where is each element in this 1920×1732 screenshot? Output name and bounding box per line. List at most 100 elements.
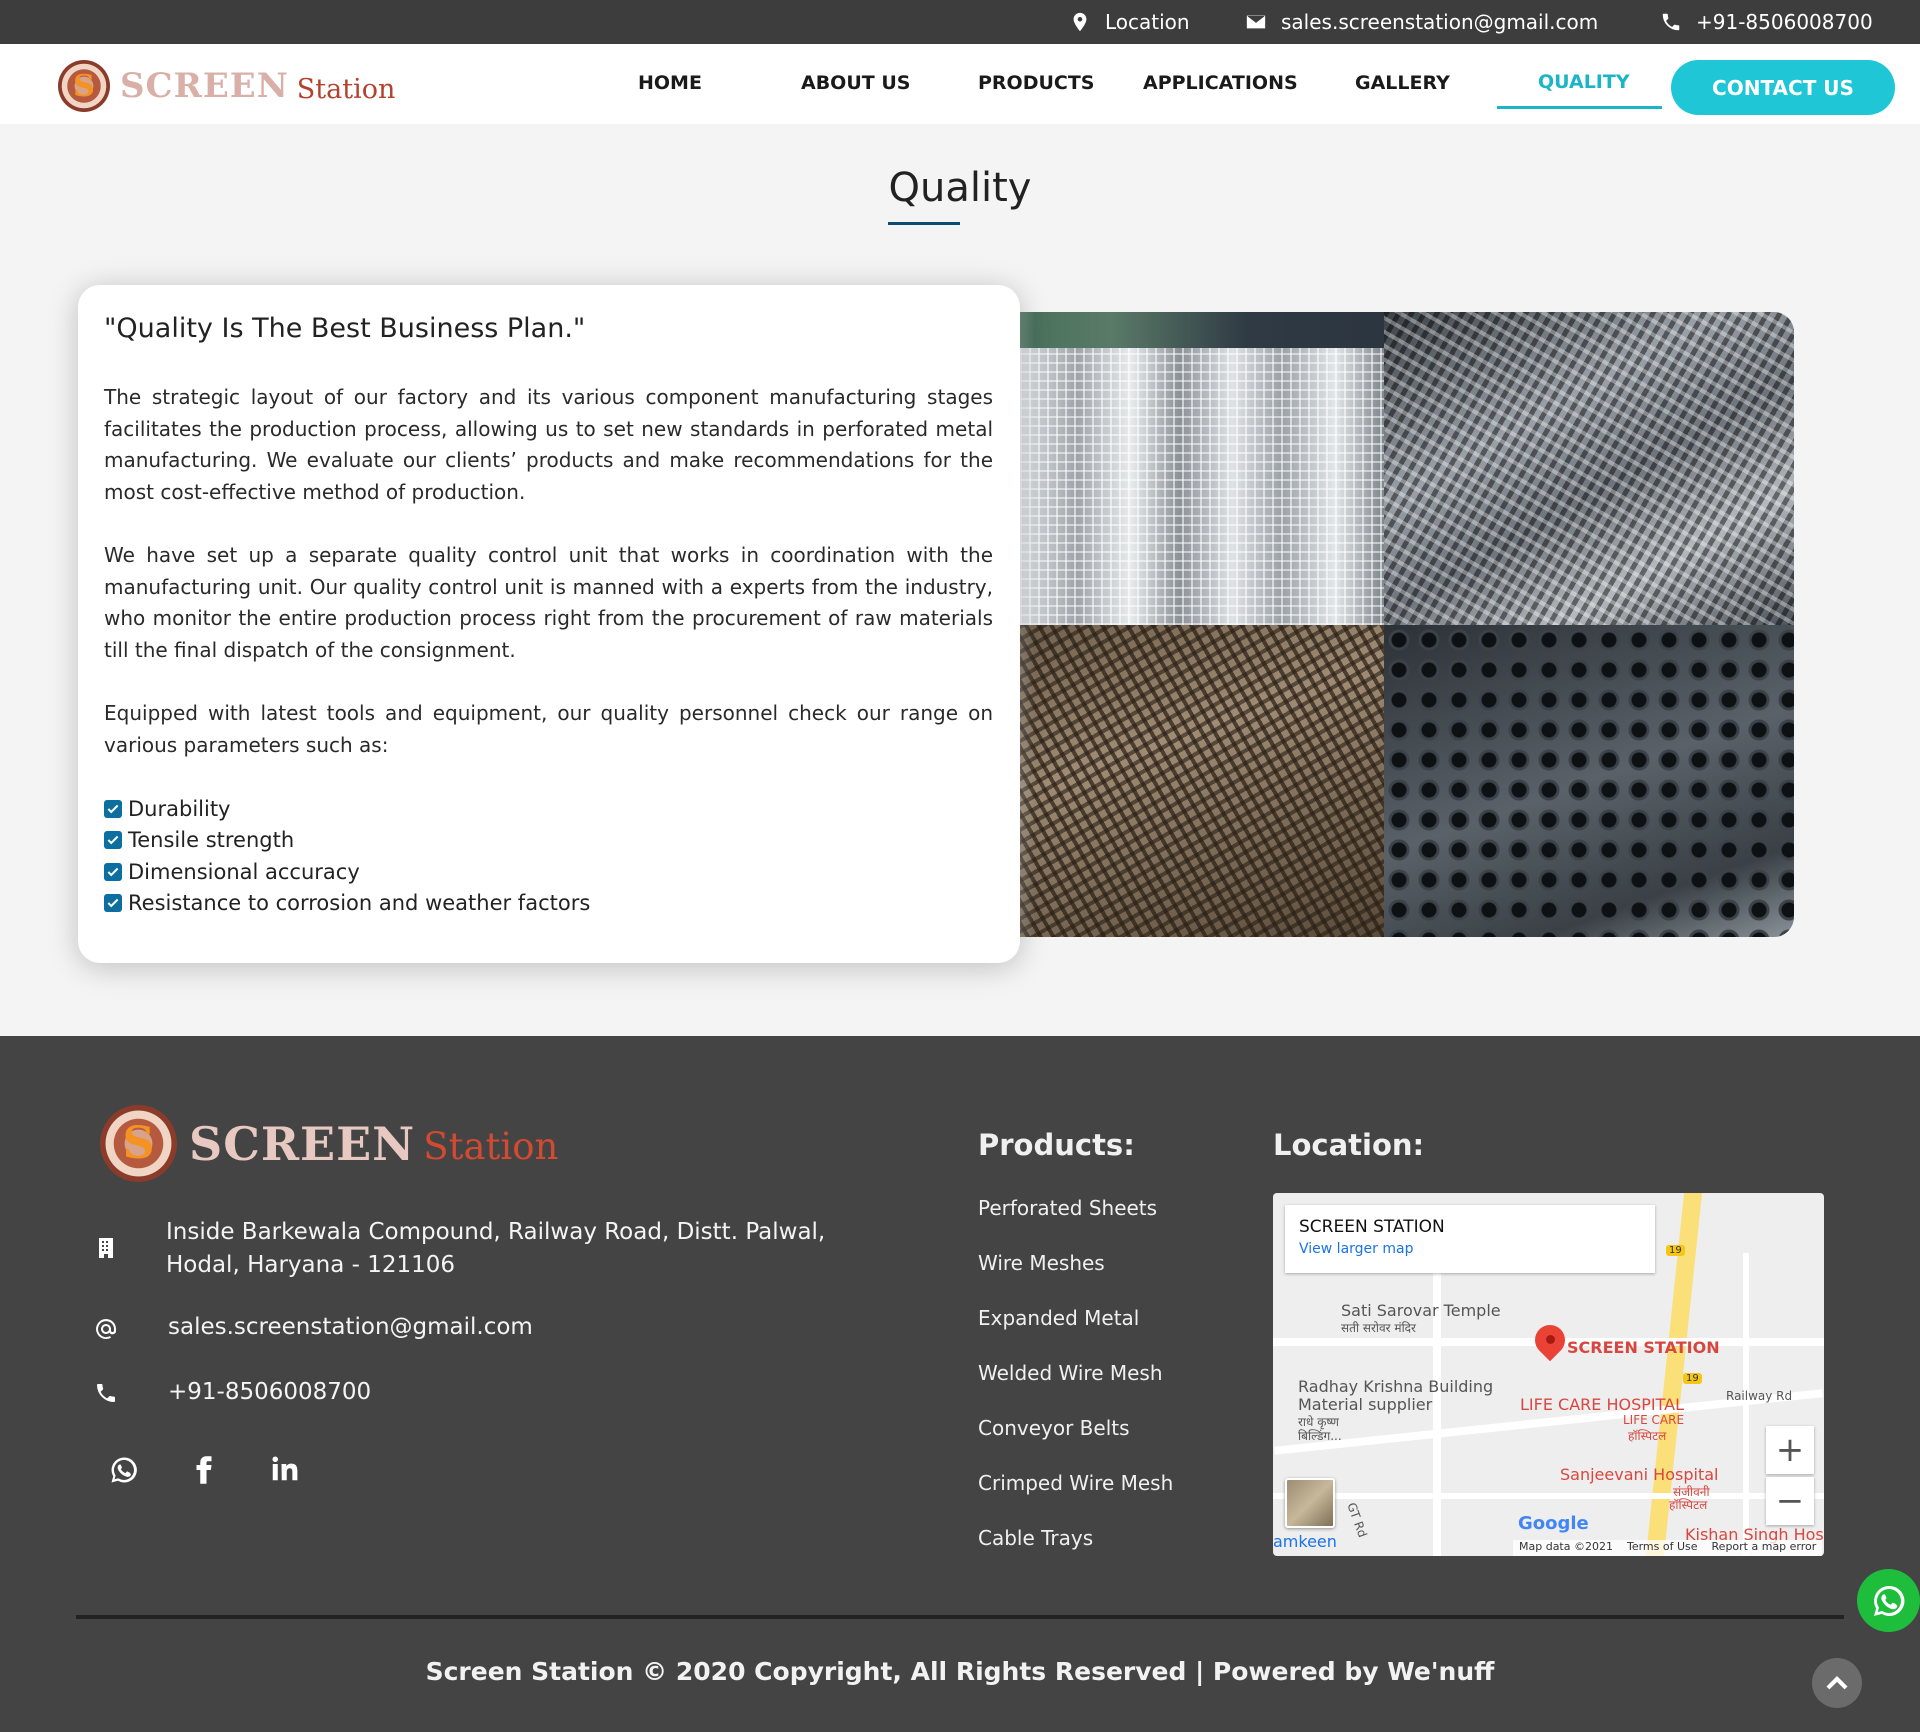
location-heading: Location: bbox=[1273, 1128, 1425, 1162]
scroll-to-top-button[interactable] bbox=[1812, 1658, 1862, 1708]
checklist-label: Resistance to corrosion and weather fact… bbox=[128, 891, 591, 916]
check-icon bbox=[104, 799, 122, 818]
title-underline bbox=[888, 222, 960, 225]
checklist-label: Dimensional accuracy bbox=[128, 859, 360, 884]
building-icon bbox=[93, 1235, 119, 1261]
map-label: बिल्डिंग... bbox=[1298, 1429, 1342, 1443]
contact-us-button[interactable]: CONTACT US bbox=[1671, 60, 1895, 115]
map-title: SCREEN STATION bbox=[1299, 1217, 1445, 1237]
image-wire-mesh-cylinders bbox=[975, 312, 1384, 625]
footer-product-link[interactable]: Cable Trays bbox=[978, 1526, 1093, 1550]
checklist-label: Tensile strength bbox=[128, 828, 295, 853]
quality-checklist: Durability Tensile strength Dimensional … bbox=[104, 793, 993, 919]
footer-product-link[interactable]: Welded Wire Mesh bbox=[978, 1361, 1163, 1385]
nav-active-indicator bbox=[1497, 106, 1662, 109]
map-zoom-out-button[interactable]: − bbox=[1766, 1477, 1814, 1525]
logo-seal-icon: S bbox=[58, 60, 110, 112]
quality-image-collage bbox=[975, 312, 1794, 937]
map-label: LIFE CARE HOSPITAL bbox=[1520, 1395, 1684, 1414]
map-route-shield: 19 bbox=[1683, 1373, 1702, 1384]
footer-email[interactable]: sales.screenstation@gmail.com bbox=[168, 1314, 533, 1340]
topbar-location[interactable]: Location bbox=[1069, 0, 1190, 44]
nav-quality[interactable]: QUALITY bbox=[1538, 71, 1630, 93]
map-label: Material supplier bbox=[1298, 1395, 1433, 1414]
phone-icon bbox=[1662, 13, 1680, 31]
nav-about-us[interactable]: ABOUT US bbox=[801, 72, 910, 94]
map-attribution: Map data ©2021 Terms of Use Report a map… bbox=[1513, 1540, 1823, 1556]
map-terms-link[interactable]: Terms of Use bbox=[1627, 1540, 1698, 1556]
map-report-link[interactable]: Report a map error bbox=[1712, 1540, 1817, 1556]
list-item: Resistance to corrosion and weather fact… bbox=[104, 888, 993, 920]
quality-paragraph-1: The strategic layout of our factory and … bbox=[104, 385, 993, 504]
check-icon bbox=[104, 862, 122, 881]
map-marker-label: SCREEN STATION bbox=[1567, 1338, 1720, 1357]
whatsapp-icon bbox=[1873, 1585, 1904, 1616]
quality-paragraph-3: Equipped with latest tools and equipment… bbox=[104, 701, 993, 757]
footer-logo[interactable]: S SCREEN Station bbox=[100, 1105, 558, 1182]
quality-paragraph-2: We have set up a separate quality contro… bbox=[104, 543, 993, 662]
footer-product-link[interactable]: Wire Meshes bbox=[978, 1251, 1105, 1275]
image-expanded-metal bbox=[975, 625, 1384, 937]
map-label: Radhay Krishna Building bbox=[1298, 1377, 1494, 1396]
footer-address: Inside Barkewala Compound, Railway Road,… bbox=[166, 1219, 826, 1278]
google-logo: Google bbox=[1518, 1513, 1589, 1534]
at-icon bbox=[93, 1316, 119, 1342]
envelope-icon bbox=[1246, 15, 1266, 29]
map-label: हॉस्पिटल bbox=[1669, 1498, 1708, 1512]
top-bar: Location sales.screenstation@gmail.com +… bbox=[0, 0, 1920, 44]
footer-product-link[interactable]: Expanded Metal bbox=[978, 1306, 1139, 1330]
topbar-location-text: Location bbox=[1105, 10, 1190, 34]
footer-product-link[interactable]: Crimped Wire Mesh bbox=[978, 1471, 1173, 1495]
location-map[interactable]: SCREEN STATION View larger map Sati Saro… bbox=[1273, 1193, 1824, 1556]
map-label: Sanjeevani Hospital bbox=[1560, 1465, 1719, 1484]
map-pin-icon bbox=[1073, 12, 1087, 32]
image-perforated-sheets bbox=[1384, 312, 1794, 625]
map-label: सती सरोवर मंदिर bbox=[1341, 1321, 1416, 1335]
logo-seal-icon: S bbox=[100, 1105, 177, 1182]
map-info-card: SCREEN STATION View larger map bbox=[1285, 1205, 1655, 1273]
logo[interactable]: S SCREEN Station bbox=[58, 60, 395, 112]
map-label: हॉस्पिटल bbox=[1628, 1429, 1667, 1443]
topbar-email[interactable]: sales.screenstation@gmail.com bbox=[1245, 0, 1598, 44]
footer-product-link[interactable]: Conveyor Belts bbox=[978, 1416, 1130, 1440]
copyright-text: Screen Station © 2020 Copyright, All Rig… bbox=[425, 1657, 1495, 1686]
list-item: Dimensional accuracy bbox=[104, 856, 993, 888]
topbar-phone[interactable]: +91-8506008700 bbox=[1660, 0, 1873, 44]
chevron-up-icon bbox=[1826, 1676, 1848, 1690]
facebook-icon[interactable] bbox=[187, 1453, 221, 1487]
nav-gallery[interactable]: GALLERY bbox=[1355, 72, 1450, 94]
whatsapp-float-button[interactable] bbox=[1857, 1569, 1920, 1632]
map-label: amkeen bbox=[1273, 1532, 1337, 1551]
phone-icon bbox=[93, 1380, 119, 1406]
check-icon bbox=[104, 894, 122, 913]
map-satellite-toggle[interactable] bbox=[1285, 1478, 1335, 1528]
view-larger-map-link[interactable]: View larger map bbox=[1299, 1241, 1641, 1257]
check-icon bbox=[104, 831, 122, 850]
topbar-phone-text: +91-8506008700 bbox=[1696, 10, 1873, 34]
page-title: Quality bbox=[888, 165, 1032, 211]
map-label: Railway Rd bbox=[1726, 1389, 1793, 1403]
logo-word-screen: SCREEN bbox=[189, 1116, 416, 1171]
map-data-credit: Map data ©2021 bbox=[1519, 1540, 1613, 1553]
checklist-label: Durability bbox=[128, 796, 231, 821]
logo-word-screen: SCREEN bbox=[120, 66, 289, 106]
list-item: Tensile strength bbox=[104, 825, 993, 857]
quality-quote: "Quality Is The Best Business Plan." bbox=[104, 313, 586, 344]
linkedin-icon[interactable] bbox=[267, 1452, 301, 1486]
footer-product-link[interactable]: Perforated Sheets bbox=[978, 1196, 1157, 1220]
nav-products[interactable]: PRODUCTS bbox=[978, 72, 1095, 94]
nav-home[interactable]: HOME bbox=[638, 72, 702, 94]
footer-phone[interactable]: +91-8506008700 bbox=[168, 1379, 371, 1405]
map-zoom-in-button[interactable]: + bbox=[1766, 1426, 1814, 1474]
image-round-hole-perforated bbox=[1384, 625, 1794, 937]
logo-word-station: Station bbox=[423, 1125, 559, 1168]
quality-card: "Quality Is The Best Business Plan." The… bbox=[78, 285, 1020, 963]
map-label: LIFE CARE bbox=[1623, 1413, 1685, 1427]
map-label: GT Rd bbox=[1344, 1500, 1370, 1540]
logo-word-station: Station bbox=[296, 73, 396, 105]
main-nav: S SCREEN Station HOME ABOUT US PRODUCTS … bbox=[0, 44, 1920, 124]
nav-applications[interactable]: APPLICATIONS bbox=[1143, 72, 1298, 94]
map-label: Sati Sarovar Temple bbox=[1341, 1301, 1501, 1320]
products-heading: Products: bbox=[978, 1128, 1135, 1162]
whatsapp-icon[interactable] bbox=[107, 1453, 141, 1487]
